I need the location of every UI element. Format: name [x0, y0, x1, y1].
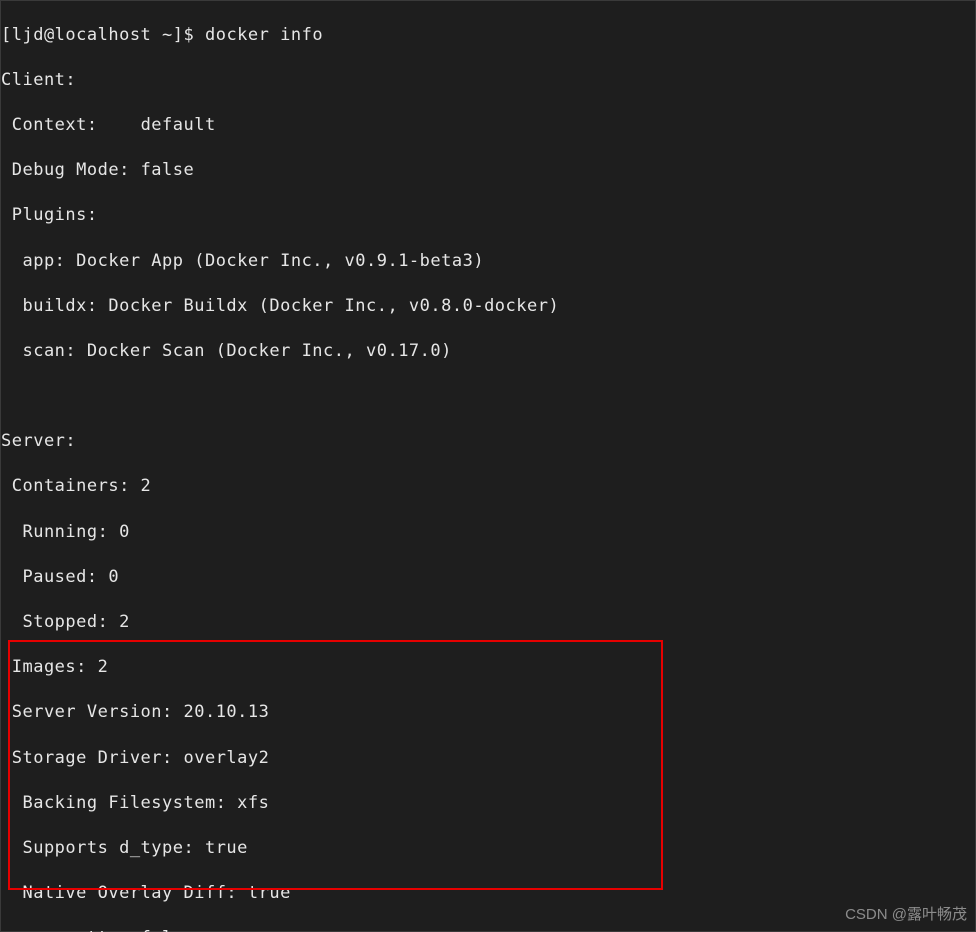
output-line: Server Version: 20.10.13: [1, 701, 975, 724]
output-line: Paused: 0: [1, 566, 975, 589]
output-line: app: Docker App (Docker Inc., v0.9.1-bet…: [1, 250, 975, 273]
output-line: Supports d_type: true: [1, 837, 975, 860]
output-line: scan: Docker Scan (Docker Inc., v0.17.0): [1, 340, 975, 363]
terminal-window[interactable]: [ljd@localhost ~]$ docker info Client: C…: [0, 0, 976, 932]
blank-line: [1, 385, 975, 408]
output-line: Client:: [1, 69, 975, 92]
output-line: Running: 0: [1, 521, 975, 544]
shell-prompt: [ljd@localhost ~]$: [1, 25, 205, 45]
output-line: Stopped: 2: [1, 611, 975, 634]
output-line: Server:: [1, 430, 975, 453]
label: Debug Mode:: [1, 160, 141, 180]
output-line: Context: default: [1, 114, 975, 137]
value: false: [141, 160, 195, 180]
output-line: Native Overlay Diff: true: [1, 882, 975, 905]
value: default: [141, 115, 216, 135]
output-line: Plugins:: [1, 204, 975, 227]
label: Context:: [1, 115, 141, 135]
output-line: Images: 2: [1, 656, 975, 679]
command-text: docker info: [205, 25, 323, 45]
watermark-text: CSDN @露叶畅茂: [845, 904, 967, 927]
output-line: Storage Driver: overlay2: [1, 747, 975, 770]
prompt-line: [ljd@localhost ~]$ docker info: [1, 24, 975, 47]
output-line: buildx: Docker Buildx (Docker Inc., v0.8…: [1, 295, 975, 318]
output-line: Containers: 2: [1, 475, 975, 498]
output-line: Backing Filesystem: xfs: [1, 792, 975, 815]
output-line: Debug Mode: false: [1, 159, 975, 182]
output-line: userxattr: false: [1, 927, 975, 932]
